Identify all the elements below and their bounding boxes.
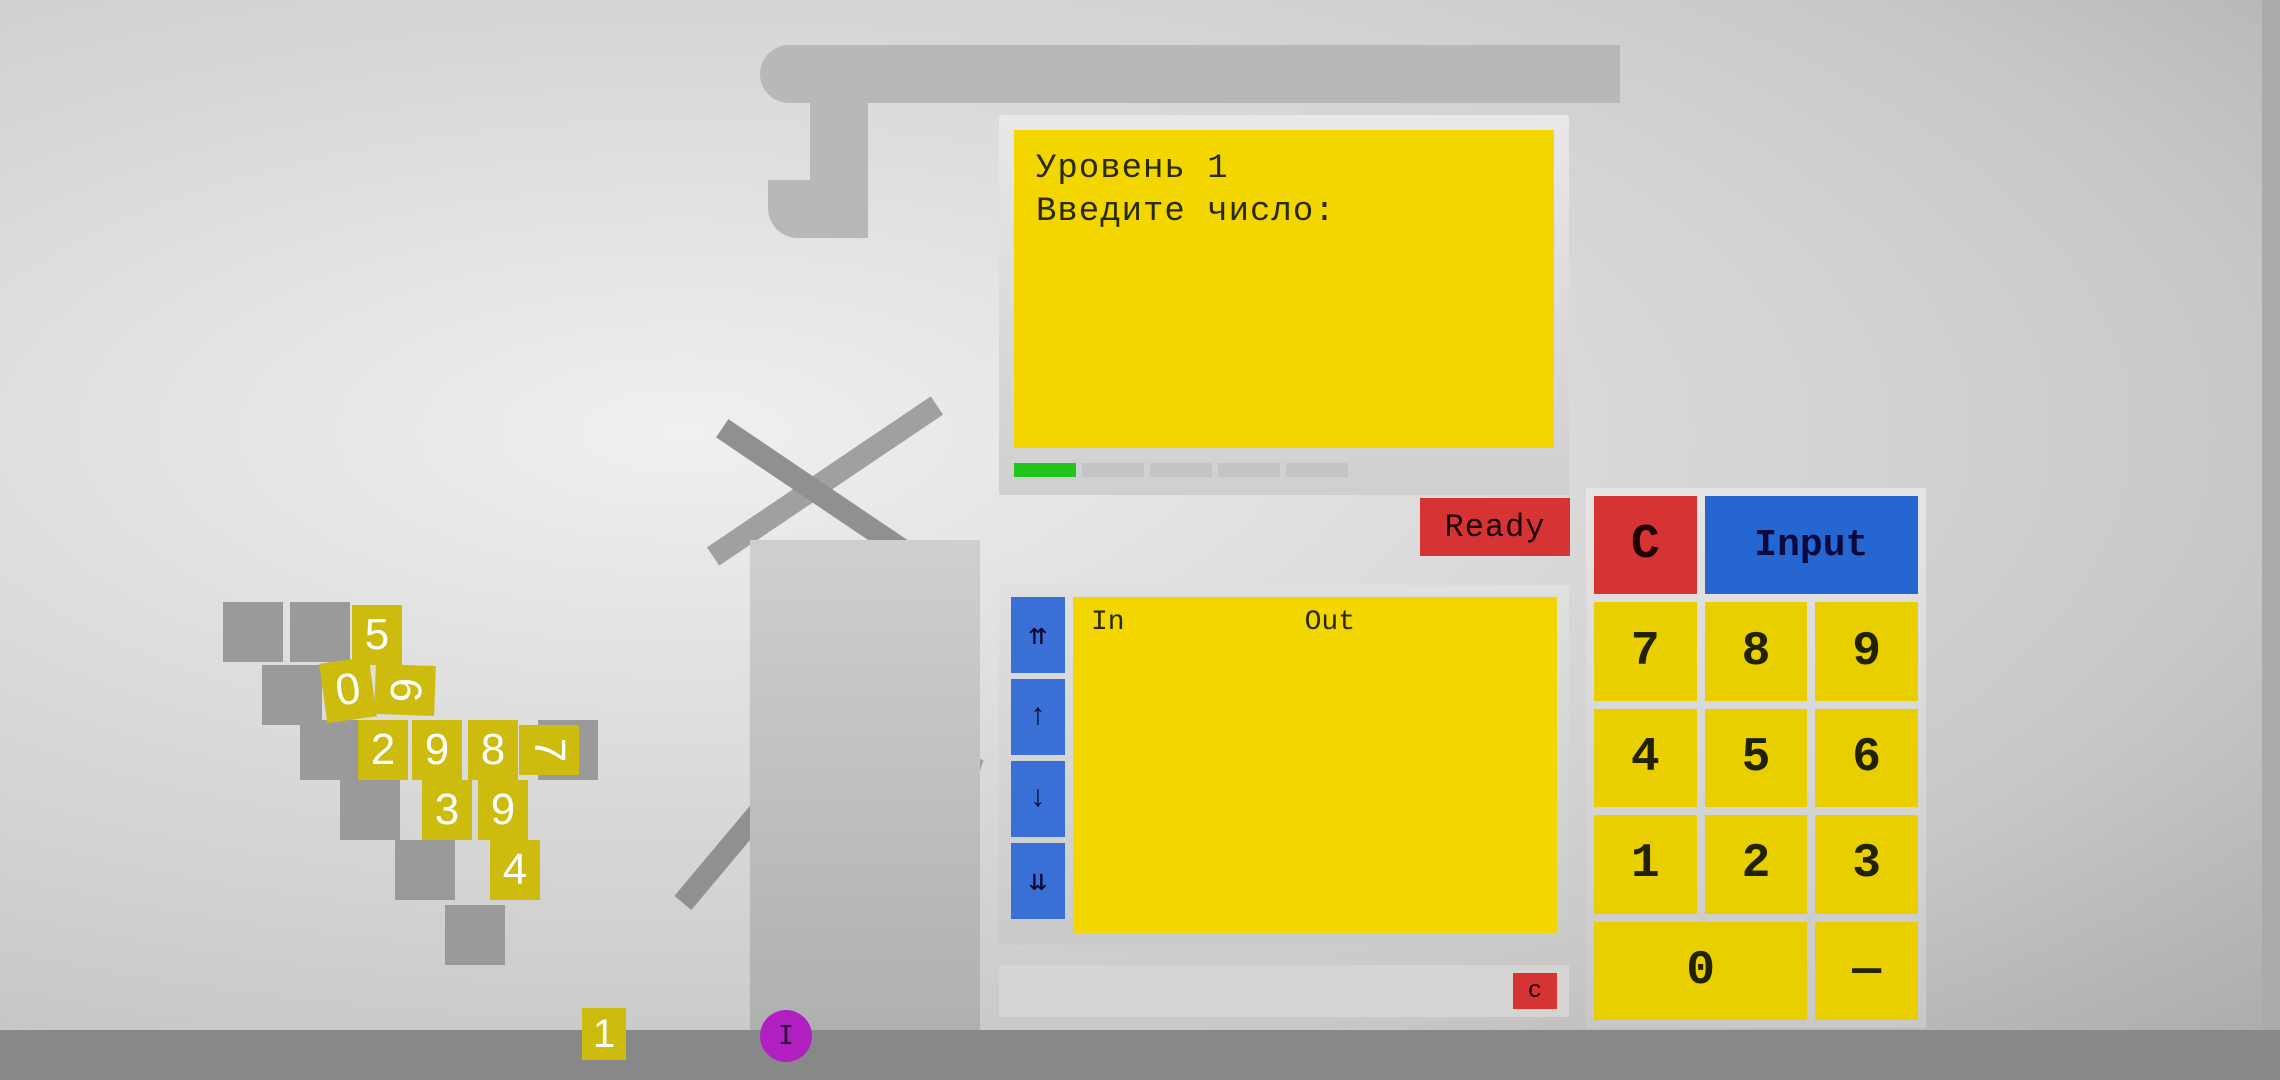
tile-gray: [300, 720, 360, 780]
io-panel: ⇈ ↑ ↓ ⇊ In Out: [999, 585, 1569, 945]
progress-seg-4: [1218, 463, 1280, 477]
keypad-2-button[interactable]: 2: [1705, 815, 1808, 913]
machine-body: [750, 540, 980, 1030]
monitor-line-1: Уровень 1: [1036, 148, 1532, 191]
bottom-c-button[interactable]: c: [1513, 973, 1557, 1009]
keypad-4-button[interactable]: 4: [1594, 709, 1697, 807]
progress-seg-5: [1286, 463, 1348, 477]
scroll-column: ⇈ ↑ ↓ ⇊: [1011, 597, 1065, 919]
pipe-horizontal: [760, 45, 1620, 103]
digit-tile[interactable]: 2: [358, 720, 408, 780]
floor-tile-1[interactable]: 1: [582, 1008, 626, 1060]
tile-gray: [262, 665, 322, 725]
keypad-3-button[interactable]: 3: [1815, 815, 1918, 913]
keypad-6-button[interactable]: 6: [1815, 709, 1918, 807]
keypad-8-button[interactable]: 8: [1705, 602, 1808, 700]
monitor-screen: Уровень 1 Введите число:: [1014, 130, 1554, 448]
wall-edge: [2262, 0, 2280, 1030]
io-in-label: In: [1091, 607, 1125, 638]
keypad-9-button[interactable]: 9: [1815, 602, 1918, 700]
ready-button[interactable]: Ready: [1420, 498, 1570, 556]
tile-gray: [340, 780, 400, 840]
scroll-top-button[interactable]: ⇈: [1011, 597, 1065, 673]
progress-seg-1: [1014, 463, 1076, 477]
io-screen: In Out: [1073, 597, 1557, 933]
keypad-5-button[interactable]: 5: [1705, 709, 1808, 807]
progress-seg-2: [1082, 463, 1144, 477]
digit-tile[interactable]: 9: [412, 720, 462, 780]
keypad-minus-button[interactable]: —: [1815, 922, 1918, 1020]
digit-tile[interactable]: 3: [422, 780, 472, 840]
keypad-1-button[interactable]: 1: [1594, 815, 1697, 913]
keypad-0-button[interactable]: 0: [1594, 922, 1807, 1020]
digit-tile[interactable]: 8: [468, 720, 518, 780]
tile-gray: [445, 905, 505, 965]
tile-gray: [223, 602, 283, 662]
keypad-input-button[interactable]: Input: [1705, 496, 1918, 594]
keypad: C Input 7 8 9 4 5 6 1 2 3 0 —: [1586, 488, 1926, 1028]
digit-tile[interactable]: 6: [374, 664, 436, 716]
digit-tile[interactable]: 0: [319, 657, 377, 723]
progress-bar: [1014, 463, 1348, 477]
io-out-label: Out: [1305, 607, 1355, 638]
scroll-down-button[interactable]: ↓: [1011, 761, 1065, 837]
pipe-elbow: [768, 180, 868, 238]
keypad-7-button[interactable]: 7: [1594, 602, 1697, 700]
monitor: Уровень 1 Введите число:: [999, 115, 1569, 495]
player-avatar[interactable]: I: [760, 1010, 812, 1062]
bottom-bar: c: [999, 965, 1569, 1017]
digit-tile[interactable]: 5: [352, 605, 402, 665]
floor: [0, 1030, 2280, 1080]
keypad-clear-button[interactable]: C: [1594, 496, 1697, 594]
scroll-up-button[interactable]: ↑: [1011, 679, 1065, 755]
tile-gray: [395, 840, 455, 900]
digit-tile[interactable]: 4: [490, 840, 540, 900]
digit-tile[interactable]: 9: [478, 780, 528, 840]
progress-seg-3: [1150, 463, 1212, 477]
digit-tile[interactable]: 7: [519, 725, 579, 775]
scroll-bottom-button[interactable]: ⇊: [1011, 843, 1065, 919]
tile-gray: [290, 602, 350, 662]
monitor-line-2: Введите число:: [1036, 191, 1532, 234]
